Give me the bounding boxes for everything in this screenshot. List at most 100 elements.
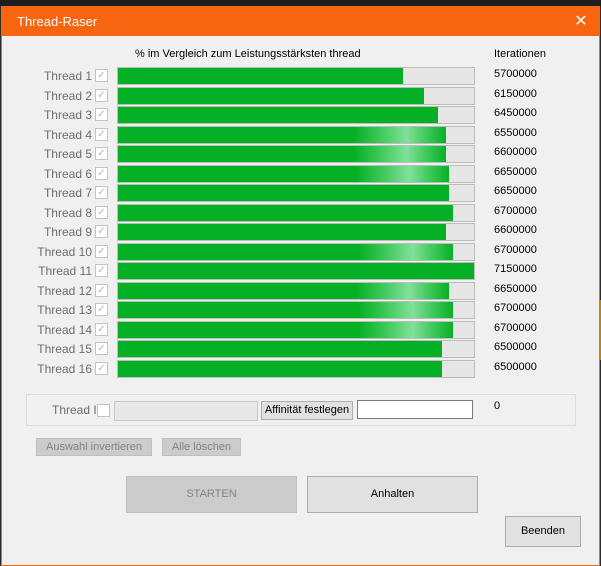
thread-progress-bar [117, 145, 475, 163]
thread-iterations: 6600000 [494, 146, 537, 158]
checkmark-icon: ✓ [97, 284, 106, 296]
thread-checkbox[interactable]: ✓ [95, 127, 108, 141]
checkmark-icon: ✓ [97, 343, 106, 354]
thread-iterations: 6700000 [494, 204, 537, 217]
thread-progress-fill [118, 87, 425, 104]
checkmark-icon: ✓ [97, 89, 106, 101]
thread-iterations: 7150000 [494, 263, 537, 275]
clear-all-button[interactable]: Alle löschen [162, 438, 241, 456]
thread-iterations: 6650000 [494, 185, 537, 197]
thread-row: Thread 16 ✓ 6500000 [2, 359, 599, 379]
thread-checkbox[interactable]: ✓ [95, 166, 108, 180]
thread-label: Thread 6 [43, 166, 92, 181]
thread-progress-fill [118, 126, 446, 143]
thread-label: Thread 15 [37, 342, 92, 356]
thread-progress-bar [117, 67, 475, 85]
thread-row: Thread 9 ✓ 6600000 [2, 223, 599, 242]
thread-iterations: 6500000 [494, 360, 537, 373]
checkmark-icon: ✓ [97, 187, 106, 198]
dialog-window: Thread-Raser ✕ % im Vergleich zum Leistu… [1, 6, 600, 566]
thread-iterations: 6700000 [494, 243, 537, 256]
thread-checkbox[interactable]: ✓ [95, 108, 108, 121]
checkmark-icon: ✓ [97, 109, 106, 120]
close-icon: ✕ [574, 13, 588, 30]
thread-label: Thread 1 [43, 69, 92, 83]
thread-progress-bar [117, 106, 475, 124]
stop-button[interactable]: Anhalten [307, 476, 478, 513]
affinity-input[interactable] [357, 400, 473, 419]
thread-row: Thread 13 ✓ 6700000 [2, 301, 599, 320]
thread-row: Thread 12 ✓ 6650000 [2, 281, 599, 301]
thread-progress-bar [117, 281, 475, 300]
thread-row: Thread 3 ✓ 6450000 [2, 106, 599, 125]
thread-iterations: 6550000 [494, 126, 537, 139]
thread-row: Thread 5 ✓ 6600000 [2, 145, 599, 164]
checkmark-icon: ✓ [97, 265, 106, 276]
thread-progress-bar [117, 242, 475, 261]
thread-progress-bar [117, 203, 475, 222]
close-button[interactable]: ✕ [563, 7, 599, 36]
thread-checkbox[interactable]: ✓ [95, 69, 108, 82]
thread-progress-fill [118, 185, 450, 201]
iterations-column-header: Iterationen [494, 48, 546, 60]
thread-row: Thread 7 ✓ 6650000 [2, 184, 599, 203]
exit-button[interactable]: Beenden [505, 516, 581, 547]
checkmark-icon: ✓ [97, 362, 106, 374]
thread-label: Thread 13 [37, 303, 92, 317]
thread-row: Thread 8 ✓ 6700000 [2, 203, 599, 223]
thread-label: Thread 5 [43, 147, 92, 161]
thread-label: Thread 16 [37, 361, 92, 376]
thread-checkbox[interactable]: ✓ [95, 303, 108, 316]
checkmark-icon: ✓ [97, 304, 106, 315]
thread-label: Thread 2 [43, 88, 92, 103]
thread-progress-fill [118, 263, 474, 279]
thread-label: Thread 4 [43, 127, 92, 142]
thread-checkbox[interactable]: ✓ [95, 147, 108, 160]
checkmark-icon: ✓ [97, 323, 106, 335]
thread-checkbox[interactable]: ✓ [95, 205, 108, 219]
thread-row: Thread 10 ✓ 6700000 [2, 242, 599, 262]
thread-checkbox[interactable]: ✓ [95, 264, 108, 277]
thread-row: Thread 6 ✓ 6650000 [2, 164, 599, 184]
thread-checkbox[interactable]: ✓ [95, 186, 108, 199]
window-title: Thread-Raser [17, 14, 98, 29]
thread-checkbox[interactable]: ✓ [95, 244, 108, 258]
thread-iterations: 6450000 [494, 107, 537, 119]
thread-label: Thread 11 [38, 264, 92, 278]
thread-label: Thread 8 [43, 205, 92, 220]
thread-iterations: 6650000 [494, 165, 537, 178]
thread-checkbox[interactable]: ✓ [95, 225, 108, 238]
thread-checkbox[interactable]: ✓ [95, 342, 108, 355]
thread-progress-fill [118, 146, 446, 162]
thread-row: Thread 14 ✓ 6700000 [2, 320, 599, 340]
start-button[interactable]: STARTEN [126, 476, 297, 513]
thread-progress-bar [117, 320, 475, 339]
thread-i-progress [114, 401, 258, 421]
set-affinity-button[interactable]: Affinität festlegen [261, 401, 353, 420]
thread-label: Thread 3 [43, 108, 92, 122]
thread-progress-fill [118, 321, 453, 338]
checkmark-icon: ✓ [97, 226, 106, 237]
thread-i-checkbox[interactable] [97, 404, 110, 417]
thread-checkbox[interactable]: ✓ [95, 88, 108, 102]
checkmark-icon: ✓ [97, 148, 106, 159]
thread-iterations: 6700000 [494, 321, 537, 334]
thread-iterations: 6600000 [494, 224, 537, 236]
thread-progress-fill [118, 243, 453, 260]
thread-progress-bar [117, 86, 475, 105]
thread-iterations: 6700000 [494, 302, 537, 314]
thread-iterations: 6650000 [494, 282, 537, 295]
thread-label: Thread 10 [37, 244, 92, 259]
thread-i-label: Thread I [52, 403, 97, 417]
thread-progress-fill [118, 360, 442, 377]
thread-checkbox[interactable]: ✓ [95, 322, 108, 336]
thread-progress-bar [117, 340, 475, 358]
thread-progress-fill [118, 282, 450, 299]
invert-selection-button[interactable]: Auswahl invertieren [36, 438, 152, 456]
thread-checkbox[interactable]: ✓ [95, 361, 108, 375]
thread-progress-fill [118, 165, 450, 182]
thread-label: Thread 12 [37, 283, 92, 298]
thread-checkbox[interactable]: ✓ [95, 283, 108, 297]
thread-row: Thread 1 ✓ 5700000 [2, 67, 599, 86]
thread-progress-bar [117, 301, 475, 319]
